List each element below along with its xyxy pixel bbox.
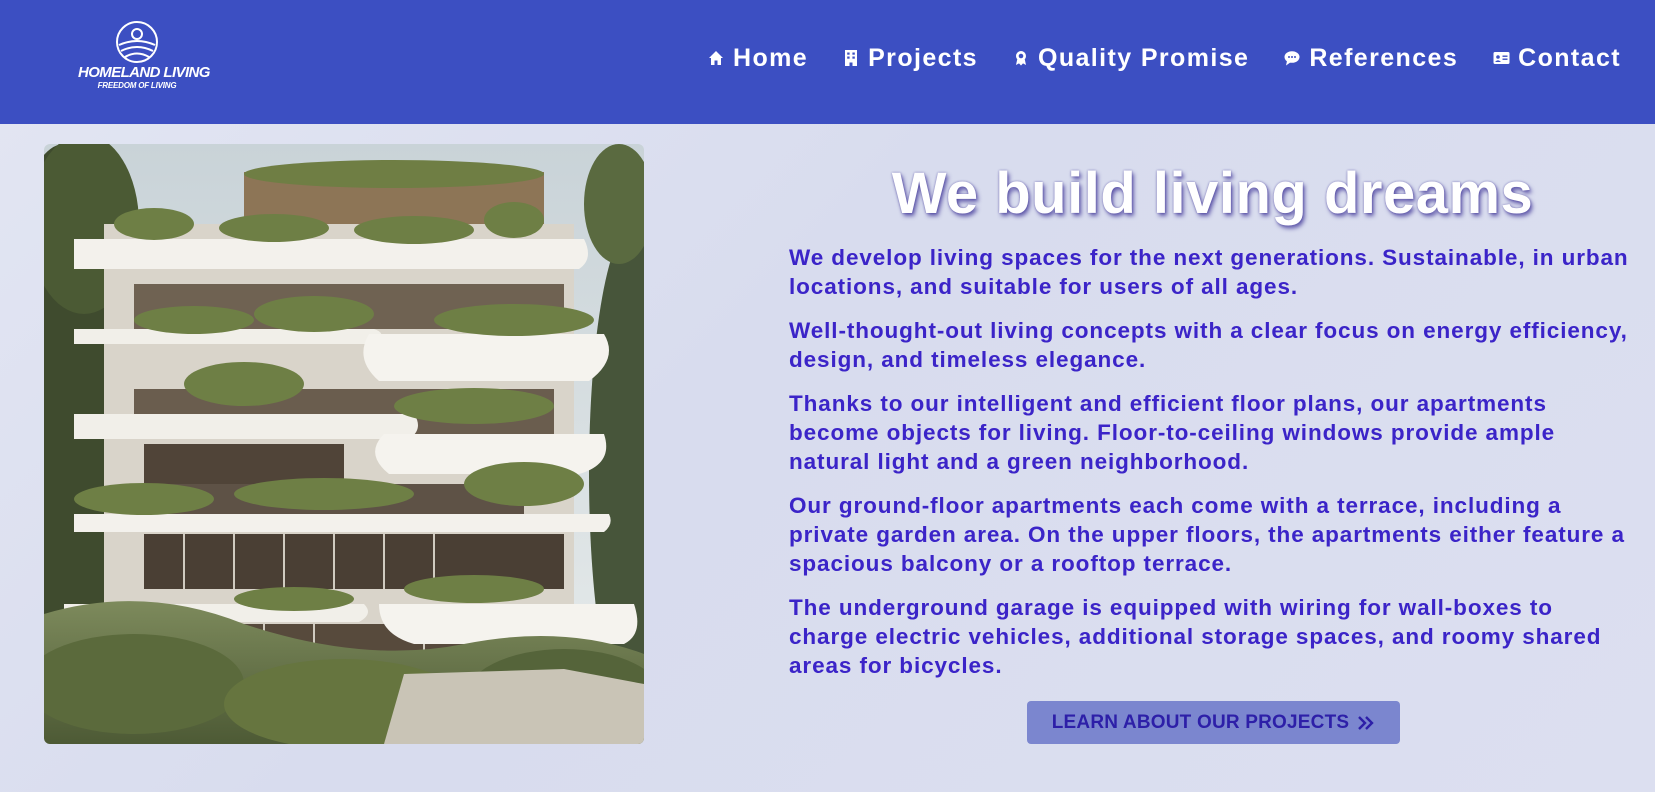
hero-headline: We build living dreams — [891, 161, 1534, 226]
hero-description: We develop living spaces for the next ge… — [789, 243, 1639, 695]
building-icon — [842, 49, 860, 67]
brand-logo[interactable]: HOMELAND LIVING FREEDOM OF LIVING — [78, 20, 210, 96]
hero-paragraph: Well-thought-out living concepts with a … — [789, 318, 1628, 372]
nav-item-home[interactable]: Home — [707, 44, 808, 73]
award-icon — [1012, 49, 1030, 67]
nav-item-label: Home — [733, 43, 809, 72]
hero-paragraph: The underground garage is equipped with … — [789, 595, 1602, 678]
contact-card-icon — [1492, 49, 1510, 67]
logo-emblem-icon — [116, 21, 158, 63]
nav-item-label: Contact — [1518, 43, 1621, 72]
learn-about-projects-button[interactable]: LEARN ABOUT OUR PROJECTS — [1027, 701, 1400, 744]
cta-label: LEARN ABOUT OUR PROJECTS — [1051, 711, 1350, 733]
nav-item-quality-promise[interactable]: Quality Promise — [1012, 44, 1249, 73]
nav-item-label: Quality Promise — [1037, 43, 1250, 72]
home-icon — [707, 49, 725, 67]
nav-item-label: References — [1309, 43, 1459, 72]
main-nav: Home Projects Quality Promise References… — [707, 40, 1621, 76]
hero-paragraph: We develop living spaces for the next ge… — [789, 245, 1629, 299]
brand-tagline: FREEDOM OF LIVING — [97, 81, 177, 90]
speech-bubble-icon — [1283, 49, 1301, 67]
brand-name: HOMELAND LIVING — [78, 64, 210, 81]
site-header: HOMELAND LIVING FREEDOM OF LIVING Home P… — [0, 0, 1655, 124]
nav-item-label: Projects — [868, 43, 978, 72]
hero-building-image — [44, 144, 644, 744]
hero-paragraph: Thanks to our intelligent and efficient … — [789, 391, 1556, 474]
nav-item-projects[interactable]: Projects — [842, 44, 978, 73]
nav-item-references[interactable]: References — [1283, 44, 1458, 73]
double-chevron-right-icon — [1358, 715, 1374, 730]
hero-paragraph: Our ground-floor apartments each come wi… — [789, 493, 1625, 576]
nav-item-contact[interactable]: Contact — [1492, 44, 1621, 73]
